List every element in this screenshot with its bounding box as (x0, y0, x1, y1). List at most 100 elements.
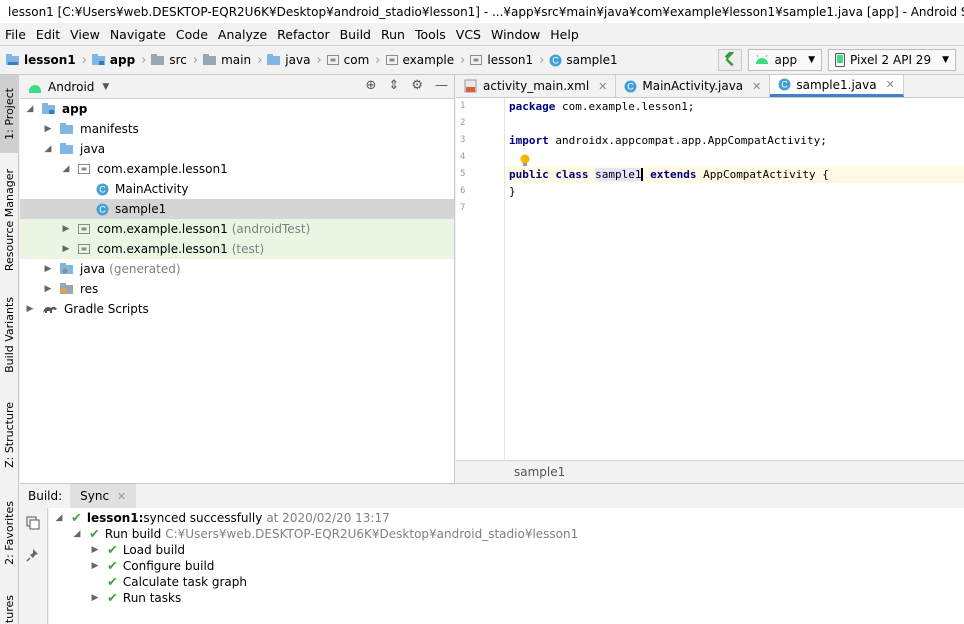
build-row-run-build[interactable]: ◢ ✔ Run build C:¥Users¥web.DESKTOP-EQR2U… (49, 526, 964, 542)
tab-favorites[interactable]: 2: Favorites (0, 499, 19, 567)
breadcrumb-com[interactable]: com (326, 53, 369, 67)
tree-item-app[interactable]: ◢ app (20, 99, 454, 119)
chevron-right-icon[interactable]: ▶ (42, 284, 54, 294)
chevron-right-icon: › (192, 52, 199, 68)
tree-item-manifests[interactable]: ▶ manifests (20, 119, 454, 139)
menu-refactor[interactable]: Refactor (272, 27, 334, 42)
menu-vcs[interactable]: VCS (451, 27, 486, 42)
chevron-right-icon[interactable]: ▶ (42, 124, 54, 134)
tree-item-gradle-scripts[interactable]: ▶ Gradle Scripts (20, 299, 454, 319)
breadcrumb-example[interactable]: example (385, 53, 454, 67)
tab-activity-main-xml[interactable]: activity_main.xml ✕ (456, 75, 617, 97)
minimize-icon[interactable]: — (435, 78, 448, 93)
menu-run[interactable]: Run (376, 27, 410, 42)
tab-project[interactable]: 1: Project (0, 75, 19, 153)
device-select[interactable]: Pixel 2 API 29 ▼ (827, 49, 956, 71)
chevron-right-icon[interactable]: ▶ (89, 545, 101, 555)
editor-breadcrumb[interactable]: sample1 (456, 460, 964, 483)
chevron-down-icon[interactable]: ◢ (71, 529, 83, 539)
menu-code[interactable]: Code (171, 27, 213, 42)
tab-build-variants[interactable]: Build Variants (0, 297, 19, 373)
folder-icon (60, 123, 73, 134)
project-view-mode[interactable]: Android (48, 80, 94, 94)
locate-icon[interactable]: ⊕ (366, 78, 377, 93)
tab-sample1-java[interactable]: C sample1.java ✕ (770, 75, 904, 97)
menu-window[interactable]: Window (486, 27, 545, 42)
build-panel-header: Build: Sync ✕ (20, 483, 964, 508)
toggle-view-icon[interactable] (26, 516, 40, 530)
chevron-right-icon[interactable]: ▶ (60, 224, 72, 234)
tree-item-package-main[interactable]: ◢ com.example.lesson1 (20, 159, 454, 179)
menu-file[interactable]: File (0, 27, 31, 42)
build-row-run-tasks[interactable]: ▶ ✔ Run tasks (49, 590, 964, 606)
menu-navigate[interactable]: Navigate (105, 27, 171, 42)
menu-help[interactable]: Help (545, 27, 584, 42)
chevron-right-icon[interactable]: ▶ (42, 264, 54, 274)
project-folder-icon (6, 54, 19, 65)
chevron-down-icon[interactable]: ◢ (60, 164, 72, 174)
breadcrumb-lesson1-package[interactable]: lesson1 (470, 53, 533, 67)
lightbulb-icon[interactable] (519, 154, 531, 168)
class-icon: C (96, 183, 109, 195)
chevron-down-icon[interactable]: ◢ (42, 144, 54, 154)
menu-tools[interactable]: Tools (410, 27, 451, 42)
close-icon[interactable]: ✕ (598, 80, 607, 93)
breadcrumb-src[interactable]: src (151, 53, 187, 67)
line-number: 3 (460, 135, 466, 145)
breadcrumb-app[interactable]: app (91, 53, 135, 67)
close-icon[interactable]: ✕ (886, 78, 895, 91)
menu-analyze[interactable]: Analyze (213, 27, 272, 42)
tree-item-java-generated[interactable]: ▶ java (generated) (20, 259, 454, 279)
tab-structure[interactable]: Z: Structure (0, 401, 19, 469)
package-icon (326, 55, 339, 65)
gear-icon[interactable]: ⚙ (411, 78, 423, 93)
chevron-right-icon[interactable]: ▶ (89, 561, 101, 571)
run-configuration-select[interactable]: app ▼ (748, 49, 822, 71)
chevron-right-icon: › (257, 52, 263, 68)
tab-sync[interactable]: Sync ✕ (70, 484, 137, 508)
menu-edit[interactable]: Edit (31, 27, 65, 42)
chevron-right-icon[interactable]: ▶ (60, 244, 72, 254)
line-number: 6 (460, 186, 466, 196)
resource-folder-icon (60, 283, 73, 294)
build-row-calculate-task-graph[interactable]: ✔ Calculate task graph (49, 574, 964, 590)
breadcrumb-java[interactable]: java (267, 53, 310, 67)
tree-item-java[interactable]: ◢ java (20, 139, 454, 159)
chevron-right-icon[interactable]: ▶ (24, 304, 36, 314)
android-icon (29, 84, 41, 93)
chevron-down-icon[interactable]: ◢ (53, 513, 65, 523)
code-line: package com.example.lesson1; (509, 100, 695, 113)
svg-text:C: C (99, 184, 106, 194)
menu-build[interactable]: Build (335, 27, 376, 42)
breadcrumb-lesson1[interactable]: lesson1 (6, 53, 76, 67)
svg-text:C: C (553, 55, 560, 65)
chevron-down-icon[interactable]: ◢ (24, 104, 36, 114)
code-editor[interactable]: package com.example.lesson1; import andr… (505, 98, 964, 460)
dropdown-arrow-icon[interactable]: ▼ (102, 82, 109, 92)
package-icon (470, 55, 483, 65)
tree-item-res[interactable]: ▶ res (20, 279, 454, 299)
project-tree: ◢ app ▶ manifests ◢ java ◢ com.example.l… (20, 99, 454, 319)
build-output-tree: ◢ ✔ lesson1: synced successfully at 2020… (49, 508, 964, 624)
checkmark-icon: ✔ (71, 510, 82, 526)
collapse-all-icon[interactable]: ⇕ (388, 78, 399, 93)
tab-resource-manager[interactable]: Resource Manager (0, 161, 19, 279)
build-row-configure-build[interactable]: ▶ ✔ Configure build (49, 558, 964, 574)
pin-icon[interactable] (26, 548, 40, 562)
close-icon[interactable]: ✕ (117, 490, 126, 503)
tab-captures[interactable]: tures (0, 595, 19, 624)
tree-item-mainactivity[interactable]: C MainActivity (20, 179, 454, 199)
build-row-sync[interactable]: ◢ ✔ lesson1: synced successfully at 2020… (49, 510, 964, 526)
chevron-right-icon[interactable]: ▶ (89, 593, 101, 603)
make-project-button[interactable] (718, 49, 743, 71)
close-icon[interactable]: ✕ (752, 80, 761, 93)
breadcrumb-main[interactable]: main (203, 53, 251, 67)
build-row-load-build[interactable]: ▶ ✔ Load build (49, 542, 964, 558)
tab-mainactivity-java[interactable]: C MainActivity.java ✕ (616, 75, 771, 97)
tree-item-package-test[interactable]: ▶ com.example.lesson1 (test) (20, 239, 454, 259)
tree-item-sample1[interactable]: C sample1 (20, 199, 454, 219)
tree-item-package-androidtest[interactable]: ▶ com.example.lesson1 (androidTest) (20, 219, 454, 239)
menu-view[interactable]: View (65, 27, 105, 42)
layout-file-icon (464, 79, 477, 93)
breadcrumb-sample1[interactable]: C sample1 (549, 53, 618, 67)
